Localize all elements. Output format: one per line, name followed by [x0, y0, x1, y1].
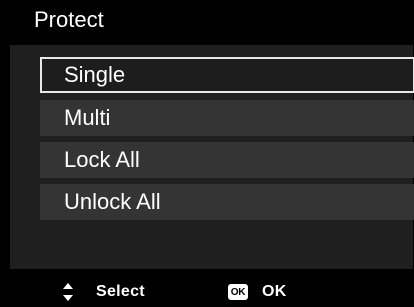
select-hint-label: Select — [96, 283, 145, 300]
ok-hint: OK OK — [228, 280, 287, 304]
menu-item-label: Unlock All — [64, 189, 161, 214]
menu-item-multi[interactable]: Multi — [40, 100, 414, 136]
camera-menu-screen: Protect Single Multi Lock All Unlock All… — [0, 0, 414, 307]
up-down-arrows-icon — [62, 283, 74, 301]
menu-item-unlock-all[interactable]: Unlock All — [40, 184, 414, 220]
menu-item-single[interactable]: Single — [40, 57, 414, 93]
menu-item-lock-all[interactable]: Lock All — [40, 142, 414, 178]
menu-item-label: Multi — [64, 105, 111, 130]
protect-menu: Single Multi Lock All Unlock All — [10, 45, 414, 269]
page-title: Protect — [34, 7, 104, 32]
title-bar: Protect — [0, 0, 414, 41]
footer-hint-bar: Select OK OK — [0, 277, 414, 307]
ok-button-icon: OK — [228, 284, 248, 300]
menu-item-label: Lock All — [64, 147, 140, 172]
menu-item-label: Single — [64, 62, 126, 87]
ok-hint-label: OK — [262, 283, 287, 300]
select-hint: Select — [62, 280, 145, 304]
